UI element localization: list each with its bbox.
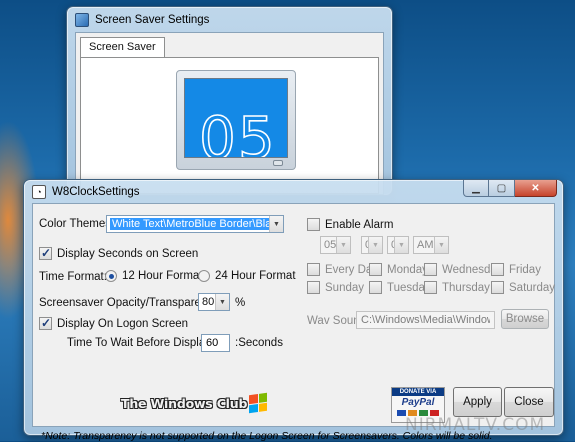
w8clock-app-icon: ◔ bbox=[32, 185, 46, 199]
w8clock-window-title: W8ClockSettings bbox=[52, 186, 140, 198]
the-windows-club-logo: The Windows Club bbox=[121, 392, 268, 414]
paypal-logo: PayPal bbox=[401, 397, 435, 408]
chevron-down-icon: ▼ bbox=[269, 216, 283, 232]
apply-button[interactable]: Apply bbox=[453, 387, 502, 417]
monitor-preview: 05 bbox=[176, 70, 296, 170]
day-saturday-label: Saturday bbox=[509, 281, 556, 294]
wait-unit: :Seconds bbox=[235, 337, 283, 349]
chevron-down-icon: ▼ bbox=[394, 237, 408, 253]
alarm-minute-ones-dropdown[interactable]: 0 ▼ bbox=[387, 236, 409, 254]
day-thursday-box[interactable] bbox=[424, 281, 437, 294]
day-friday[interactable]: Friday bbox=[491, 263, 541, 276]
alarm-minute-tens-dropdown[interactable]: 0 ▼ bbox=[361, 236, 383, 254]
opacity-unit: % bbox=[235, 297, 246, 309]
chevron-down-icon: ▼ bbox=[336, 237, 350, 253]
screensaver-tab-strip: Screen Saver bbox=[80, 37, 165, 57]
alarm-hour-dropdown[interactable]: 05 ▼ bbox=[320, 236, 351, 254]
day-tuesday-box[interactable] bbox=[369, 281, 382, 294]
display-seconds-checkbox[interactable]: Display Seconds on Screen bbox=[39, 246, 199, 260]
day-friday-label: Friday bbox=[509, 263, 541, 276]
opacity-dropdown[interactable]: 80 ▼ bbox=[198, 293, 230, 311]
paypal-donate-text: DONATE VIA bbox=[392, 388, 444, 396]
screensaver-tab-panel: 05 bbox=[80, 57, 379, 194]
minimize-icon: ▁ bbox=[472, 182, 480, 194]
radio-12-hour[interactable]: 12 Hour Format bbox=[105, 270, 203, 282]
clock-icon: ◔ bbox=[36, 186, 42, 197]
day-thursday[interactable]: Thursday bbox=[424, 281, 490, 294]
opacity-value: 80 bbox=[202, 296, 215, 308]
monitor-power-led bbox=[273, 160, 283, 166]
display-on-logon-label: Display On Logon Screen bbox=[57, 317, 189, 330]
wav-sound-path-input[interactable] bbox=[356, 311, 495, 329]
alarm-ampm-value: AM bbox=[417, 239, 434, 251]
alarm-ampm-dropdown[interactable]: AM ▼ bbox=[413, 236, 449, 254]
close-button[interactable]: Close bbox=[504, 387, 554, 417]
window-control-buttons: ▁ ▢ ✕ bbox=[463, 180, 557, 197]
color-themes-label: Color Themes: bbox=[39, 218, 115, 230]
time-format-label: Time Format: bbox=[39, 271, 107, 283]
preview-clock-digits: 05 bbox=[198, 104, 277, 158]
monitor-preview-screen: 05 bbox=[184, 78, 288, 158]
screensaver-window-title: Screen Saver Settings bbox=[95, 14, 210, 26]
screensaver-app-icon bbox=[75, 13, 89, 27]
tab-screen-saver[interactable]: Screen Saver bbox=[80, 37, 165, 57]
color-themes-dropdown[interactable]: White Text\MetroBlue Border\Black BG ▼ bbox=[106, 215, 284, 233]
color-theme-value: White Text\MetroBlue Border\Black BG bbox=[110, 218, 269, 230]
enable-alarm-checkbox[interactable]: Enable Alarm bbox=[307, 218, 393, 231]
radio-24-hour-dot[interactable] bbox=[198, 270, 210, 282]
display-seconds-check-box[interactable] bbox=[39, 246, 52, 260]
alarm-hour-value: 05 bbox=[324, 239, 336, 251]
w8clock-client-area: Color Themes: White Text\MetroBlue Borde… bbox=[32, 203, 555, 442]
day-monday-box[interactable] bbox=[369, 263, 382, 276]
transparency-note: *Note: Transparency is not supported on … bbox=[41, 430, 493, 442]
radio-12-hour-dot[interactable] bbox=[105, 270, 117, 282]
day-thursday-label: Thursday bbox=[442, 281, 490, 294]
enable-alarm-check-box[interactable] bbox=[307, 218, 320, 231]
day-tuesday[interactable]: Tuesday bbox=[369, 281, 431, 294]
opacity-label: Screensaver Opacity/Transparency: bbox=[39, 297, 223, 309]
display-on-logon-check-box[interactable] bbox=[39, 316, 52, 330]
wait-seconds-input[interactable] bbox=[201, 334, 230, 352]
chevron-down-icon: ▼ bbox=[434, 237, 448, 253]
day-every-day-box[interactable] bbox=[307, 263, 320, 276]
screensaver-settings-window: Screen Saver Settings Screen Saver 05 bbox=[66, 6, 393, 196]
minimize-button[interactable]: ▁ bbox=[463, 180, 489, 197]
day-every-day[interactable]: Every Day bbox=[307, 263, 378, 276]
windows-flag-icon bbox=[249, 392, 268, 414]
w8clock-settings-window: ◔ W8ClockSettings ▁ ▢ ✕ Color Themes: Wh… bbox=[23, 179, 564, 442]
day-sunday-label: Sunday bbox=[325, 281, 365, 294]
display-seconds-label: Display Seconds on Screen bbox=[57, 247, 199, 260]
screensaver-client-area: Screen Saver 05 bbox=[75, 32, 384, 195]
day-monday-label: Monday bbox=[387, 263, 428, 276]
day-sunday-box[interactable] bbox=[307, 281, 320, 294]
twc-logo-text: The Windows Club bbox=[121, 395, 248, 411]
day-sunday[interactable]: Sunday bbox=[307, 281, 364, 294]
close-window-button[interactable]: ✕ bbox=[515, 180, 557, 197]
chevron-down-icon: ▼ bbox=[215, 294, 229, 310]
day-friday-box[interactable] bbox=[491, 263, 504, 276]
display-on-logon-checkbox[interactable]: Display On Logon Screen bbox=[39, 316, 189, 330]
radio-24-hour-label: 24 Hour Format bbox=[215, 270, 296, 282]
day-saturday-box[interactable] bbox=[491, 281, 504, 294]
radio-24-hour[interactable]: 24 Hour Format bbox=[198, 270, 296, 282]
enable-alarm-label: Enable Alarm bbox=[325, 218, 394, 231]
browse-button[interactable]: Browse bbox=[501, 309, 549, 329]
maximize-icon: ▢ bbox=[496, 182, 507, 194]
chevron-down-icon: ▼ bbox=[368, 237, 382, 253]
day-wednesday-box[interactable] bbox=[424, 263, 437, 276]
close-icon: ✕ bbox=[531, 182, 540, 194]
day-monday[interactable]: Monday bbox=[369, 263, 428, 276]
day-saturday[interactable]: Saturday bbox=[491, 281, 555, 294]
screensaver-titlebar[interactable]: Screen Saver Settings bbox=[75, 9, 384, 31]
radio-12-hour-label: 12 Hour Format bbox=[122, 270, 203, 282]
maximize-button[interactable]: ▢ bbox=[489, 180, 515, 197]
